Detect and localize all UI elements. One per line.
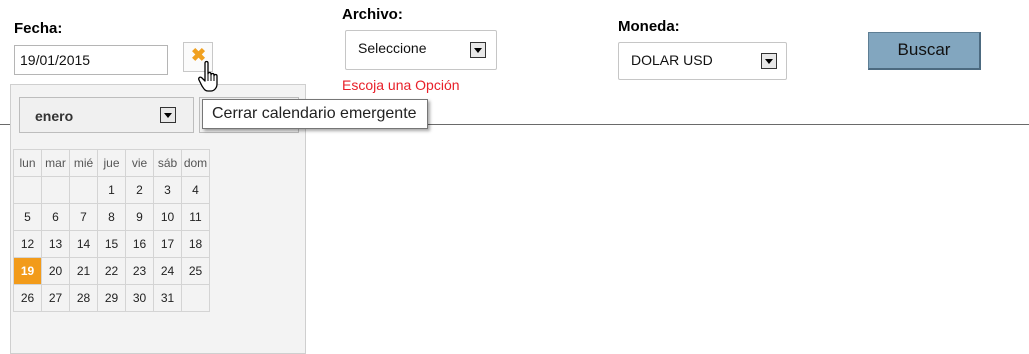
weekday-header: jue [97,149,126,177]
weekday-header: vie [125,149,154,177]
calendar-day[interactable]: 24 [153,257,182,285]
calendar-week-row: 19 20 21 22 23 24 25 [13,257,210,285]
calendar-grid: lun mar mié jue vie sáb dom 1 2 3 4 5 6 7 8 9 10 11 12 13 1… [13,149,210,312]
moneda-select[interactable]: DOLAR USD [618,42,787,80]
month-selected: enero [35,108,74,124]
calendar-day[interactable]: 20 [41,257,70,285]
calendar-day[interactable]: 13 [41,230,70,258]
archivo-select[interactable]: Seleccione [345,30,497,70]
tooltip: Cerrar calendario emergente [202,99,428,129]
calendar-day[interactable]: 1 [97,176,126,204]
calendar-day[interactable]: 8 [97,203,126,231]
fecha-label: Fecha: [14,20,63,37]
moneda-selected: DOLAR USD [631,52,713,68]
calendar-day[interactable]: 25 [181,257,210,285]
hand-pointer-icon [198,60,218,92]
calendar-day[interactable]: 6 [41,203,70,231]
buscar-button[interactable]: Buscar [868,32,981,70]
calendar-day[interactable]: 17 [153,230,182,258]
chevron-down-icon [160,107,176,123]
calendar-day[interactable]: 22 [97,257,126,285]
moneda-label: Moneda: [618,18,680,35]
weekday-header: dom [181,149,210,177]
calendar-day[interactable]: 16 [125,230,154,258]
month-select[interactable]: enero [19,97,194,133]
weekday-header: mar [41,149,70,177]
weekday-header-row: lun mar mié jue vie sáb dom [13,149,210,177]
calendar-empty-cell [13,176,42,204]
calendar-day[interactable]: 3 [153,176,182,204]
calendar-day[interactable]: 23 [125,257,154,285]
calendar-empty-cell [181,284,210,312]
calendar-day[interactable]: 15 [97,230,126,258]
calendar-day[interactable]: 30 [125,284,154,312]
chevron-down-icon [761,53,777,69]
fecha-input[interactable]: 19/01/2015 [14,45,168,75]
calendar-day[interactable]: 12 [13,230,42,258]
chevron-down-icon [470,42,486,58]
calendar-day[interactable]: 11 [181,203,210,231]
calendar-day[interactable]: 27 [41,284,70,312]
calendar-day[interactable]: 28 [69,284,98,312]
calendar-empty-cell [69,176,98,204]
calendar-day[interactable]: 2 [125,176,154,204]
calendar-week-row: 12 13 14 15 16 17 18 [13,230,210,258]
calendar-empty-cell [41,176,70,204]
archivo-selected: Seleccione [358,40,427,56]
weekday-header: lun [13,149,42,177]
calendar-week-row: 1234 [13,176,210,204]
weekday-header: mié [69,149,98,177]
archivo-label: Archivo: [342,6,403,23]
calendar-day[interactable]: 14 [69,230,98,258]
calendar-week-row: 26 27 28 29 30 31 [13,284,210,312]
calendar-day[interactable]: 7 [69,203,98,231]
calendar-day[interactable]: 29 [97,284,126,312]
calendar-day[interactable]: 18 [181,230,210,258]
calendar-day[interactable]: 4 [181,176,210,204]
weekday-header: sáb [153,149,182,177]
calendar-week-row: 5 6 7 8 9 10 11 [13,203,210,231]
calendar-day[interactable]: 21 [69,257,98,285]
calendar-day[interactable]: 26 [13,284,42,312]
archivo-error: Escoja una Opción [342,77,460,93]
calendar-day[interactable]: 31 [153,284,182,312]
calendar-day[interactable]: 10 [153,203,182,231]
calendar-day-selected[interactable]: 19 [13,257,42,285]
calendar-day[interactable]: 5 [13,203,42,231]
calendar-day[interactable]: 9 [125,203,154,231]
